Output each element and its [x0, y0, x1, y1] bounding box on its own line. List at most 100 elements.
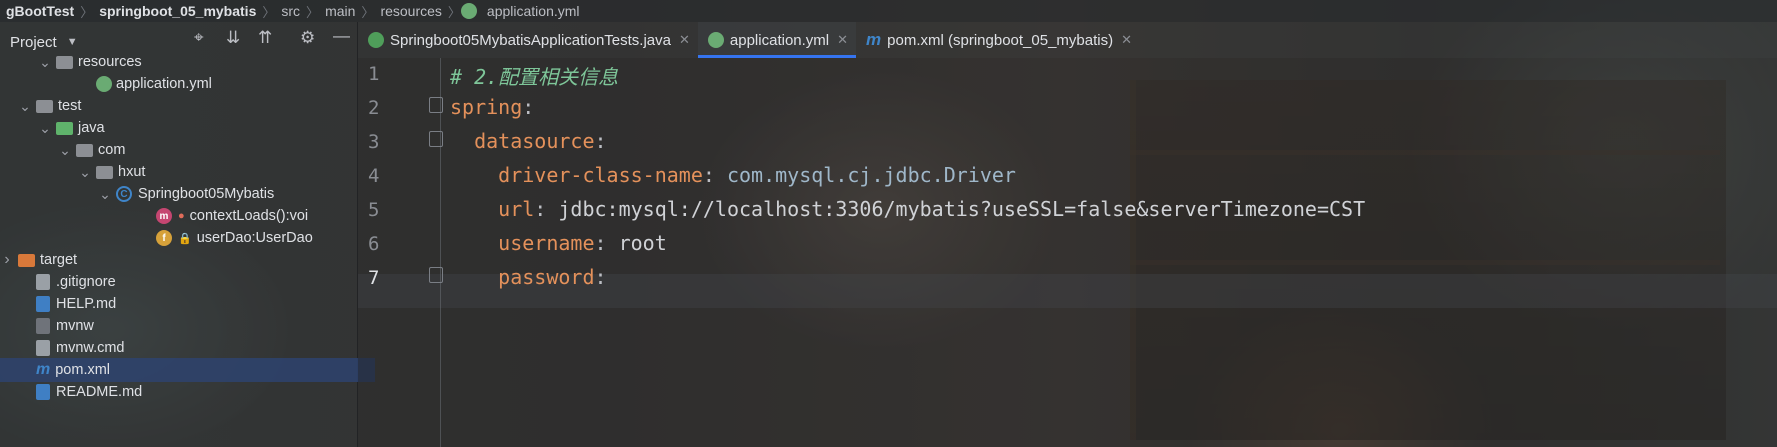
tree-item-label: contextLoads():voi	[189, 208, 309, 224]
tree-item-label: java	[78, 120, 105, 136]
code-line[interactable]: # 2.配置相关信息	[450, 61, 618, 90]
close-icon[interactable]: ✕	[837, 32, 848, 48]
breadcrumb-item[interactable]: springboot_05_mybatis	[93, 3, 262, 19]
class-icon: C	[116, 186, 132, 202]
code-line[interactable]: driver-class-name: com.mysql.cj.jdbc.Dri…	[450, 163, 1016, 187]
breadcrumb-item[interactable]: gBootTest	[0, 3, 80, 19]
lock-icon: 🔒	[178, 232, 192, 245]
tree-item[interactable]: ⌄ com	[0, 138, 415, 162]
code-token: :	[594, 231, 619, 255]
tree-item-label: README.md	[56, 384, 143, 400]
markdown-file-icon	[36, 296, 50, 312]
tree-item-label: Springboot05Mybatis	[138, 186, 275, 202]
tree-item[interactable]: ⌄ resources	[0, 50, 395, 74]
chevron-right-icon: 〉	[80, 4, 94, 20]
tree-item-label: pom.xml	[55, 362, 111, 378]
fold-marker-icon[interactable]	[429, 267, 443, 283]
tree-item-label: com	[98, 142, 126, 158]
line-number: 5	[368, 199, 380, 221]
collapse-all-icon[interactable]: ⇈	[258, 28, 272, 48]
gear-icon[interactable]: ⚙	[300, 28, 315, 48]
chevron-down-icon[interactable]: ⌄	[98, 186, 112, 203]
tree-item[interactable]: README.md	[0, 380, 375, 404]
file-icon	[36, 274, 50, 290]
tab-label: Springboot05MybatisApplicationTests.java	[390, 31, 671, 49]
close-icon[interactable]: ✕	[679, 32, 690, 48]
resources-folder-icon	[56, 55, 73, 69]
tab-label: pom.xml (springboot_05_mybatis)	[887, 31, 1114, 49]
chevron-right-icon[interactable]: ›	[0, 251, 14, 269]
tree-item-label: mvnw.cmd	[56, 340, 125, 356]
line-number: 6	[368, 233, 380, 255]
breadcrumb-item[interactable]: resources	[374, 3, 447, 19]
folder-icon	[36, 99, 53, 113]
project-panel: Project ▼ ⌄ resources application.yml ⌄ test…	[0, 22, 375, 447]
code-line[interactable]: url: jdbc:mysql://localhost:3306/mybatis…	[450, 197, 1365, 221]
chevron-right-icon: 〉	[361, 4, 375, 20]
tree-item[interactable]: mvnw.cmd	[0, 336, 375, 360]
tree-item[interactable]: › target	[0, 248, 357, 272]
code-line[interactable]: datasource:	[450, 129, 607, 153]
package-icon	[76, 143, 93, 157]
minimize-icon[interactable]: —	[333, 26, 350, 46]
breadcrumb-item[interactable]: application.yml	[481, 3, 586, 19]
field-icon: f	[156, 230, 172, 246]
file-icon	[36, 340, 50, 356]
chevron-down-icon[interactable]: ⌄	[18, 98, 32, 115]
code-line[interactable]: username: root	[450, 231, 667, 255]
chevron-down-icon[interactable]: ⌄	[58, 142, 72, 159]
tree-item[interactable]: mvnw	[0, 314, 375, 338]
editor-gutter: 1 2 3 4 5 6 7	[358, 58, 438, 447]
fold-marker-icon[interactable]	[429, 131, 443, 147]
code-token: :	[522, 95, 535, 119]
chevron-down-icon[interactable]: ▼	[67, 36, 78, 48]
tree-item[interactable]: ⌄ test	[0, 94, 375, 118]
close-icon[interactable]: ✕	[1121, 32, 1132, 48]
code-token: # 2.配置相关信息	[450, 65, 619, 89]
fold-marker-icon[interactable]	[429, 97, 443, 113]
breadcrumb-item[interactable]: src	[275, 3, 306, 19]
maven-icon: m	[36, 361, 51, 378]
expand-all-icon[interactable]: ⇊	[226, 28, 240, 48]
code-token: :	[534, 197, 559, 221]
source-folder-icon	[56, 121, 73, 135]
yml-file-icon	[460, 3, 477, 19]
yml-file-icon	[96, 76, 112, 92]
project-view-selector[interactable]: Project	[10, 34, 57, 51]
tree-item[interactable]: .gitignore	[0, 270, 375, 294]
code-line[interactable]: spring:	[450, 95, 534, 119]
code-editor[interactable]: 1 2 3 4 5 6 7 # 2.配置相关信息 spring: datasource: dr…	[358, 58, 1777, 447]
line-number: 3	[368, 131, 380, 153]
excluded-folder-icon	[18, 253, 35, 267]
breadcrumb: gBootTest 〉 springboot_05_mybatis 〉 src 〉 main…	[0, 0, 1777, 22]
chevron-down-icon[interactable]: ⌄	[38, 54, 52, 71]
tree-item[interactable]: ⌄ java	[0, 116, 395, 140]
code-token: driver-class-name	[450, 163, 703, 187]
shell-script-icon	[36, 318, 50, 334]
tree-item-label: HELP.md	[56, 296, 117, 312]
editor-tab[interactable]: application.yml ✕	[697, 22, 857, 58]
editor-tab[interactable]: m pom.xml (springboot_05_mybatis) ✕	[856, 22, 1140, 58]
target-icon[interactable]: ⌖	[194, 28, 204, 48]
breadcrumb-item[interactable]: main	[319, 3, 361, 19]
code-token: url	[450, 197, 535, 221]
tree-item[interactable]: HELP.md	[0, 292, 375, 316]
code-token: jdbc:mysql://localhost:3306/mybatis?useS…	[558, 197, 1366, 221]
editor-tab[interactable]: Springboot05MybatisApplicationTests.java…	[358, 22, 698, 58]
chevron-down-icon[interactable]: ⌄	[38, 120, 52, 137]
tree-item-label: resources	[78, 54, 142, 70]
tree-item-label: application.yml	[116, 76, 212, 92]
code-token: username	[450, 231, 595, 255]
chevron-right-icon: 〉	[447, 4, 461, 20]
maven-icon: m	[866, 30, 882, 49]
tree-item-label: hxut	[118, 164, 146, 180]
code-token: :	[594, 265, 607, 289]
code-line[interactable]: password:	[450, 265, 607, 289]
chevron-down-icon[interactable]: ⌄	[78, 164, 92, 181]
code-token: :	[594, 129, 607, 153]
gutter-separator	[440, 58, 441, 447]
chevron-right-icon: 〉	[262, 4, 276, 20]
tree-item[interactable]: m pom.xml	[0, 358, 375, 382]
package-icon	[96, 165, 113, 179]
line-number: 1	[368, 63, 380, 85]
